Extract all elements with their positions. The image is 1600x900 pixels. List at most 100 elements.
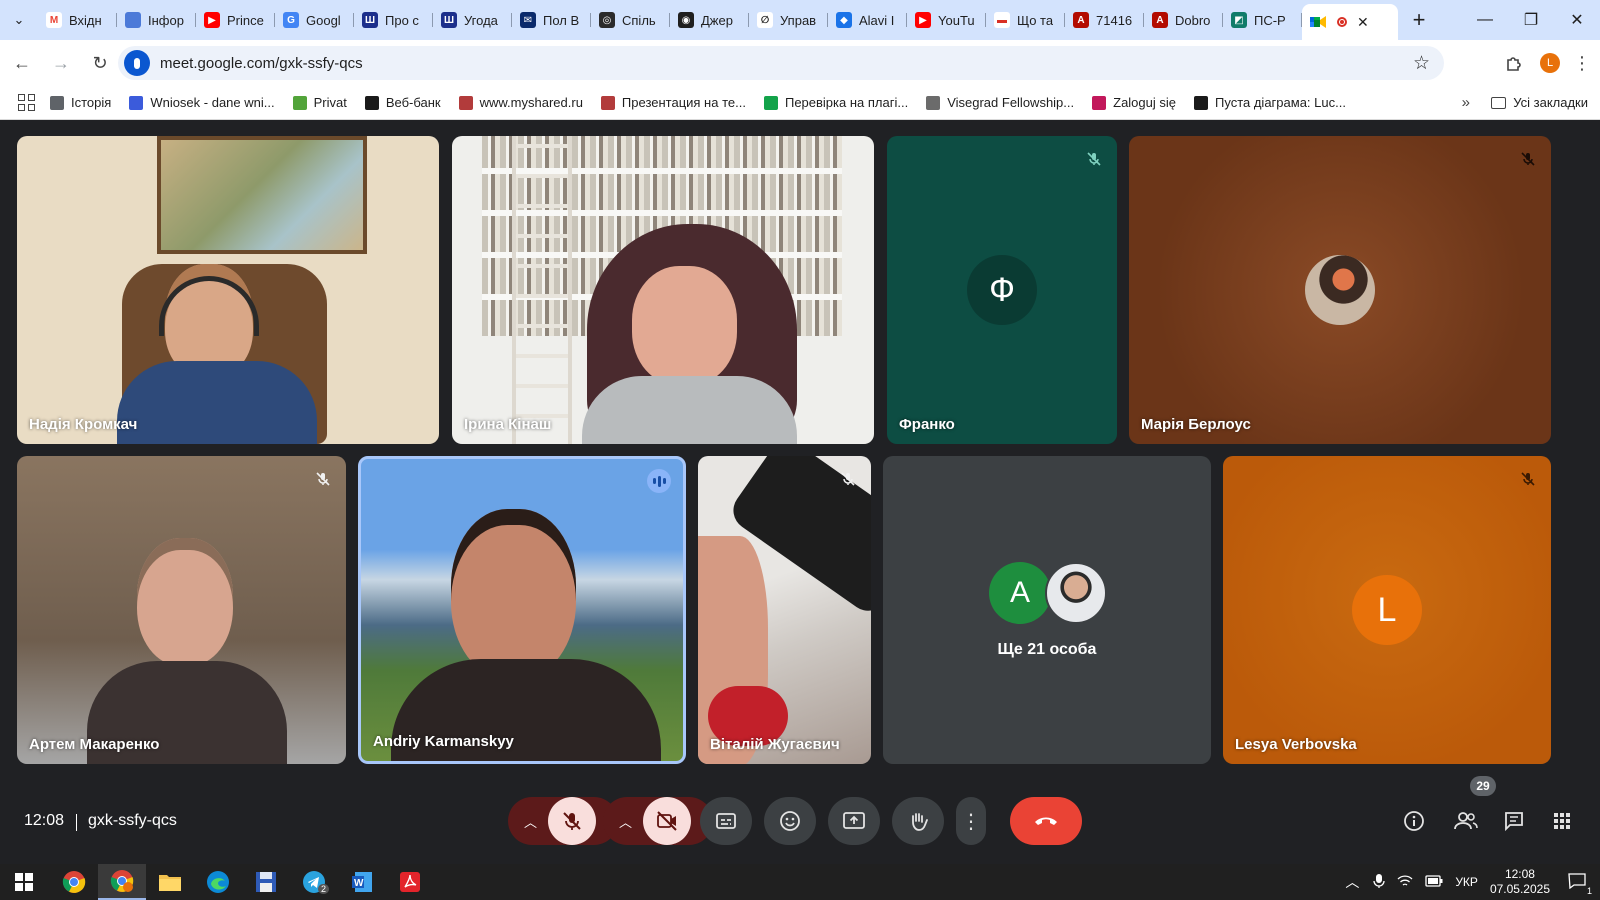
telegram-icon[interactable]: 2 [290, 864, 338, 900]
browser-tab[interactable]: ▬ Що та [986, 4, 1065, 36]
tab-favicon-icon: Ш [441, 12, 457, 28]
bookmark-item[interactable]: Zaloguj się [1092, 95, 1176, 110]
bookmark-item[interactable]: Privat [292, 95, 347, 110]
restore-button[interactable]: ❐ [1508, 0, 1554, 40]
participant-tile[interactable]: Артем Макаренко [17, 456, 346, 764]
others-tile[interactable]: A Ще 21 особа [883, 456, 1211, 764]
save-floppy-app-icon[interactable] [242, 864, 290, 900]
meeting-details-button[interactable] [1396, 797, 1432, 845]
back-button[interactable]: ← [5, 46, 39, 80]
tab-list: M Вхідн Інфор ▶ Prince G Googl Ш Про с Ш Угода ✉ Пол… [38, 0, 1302, 40]
microphone-toggle-button[interactable] [548, 797, 596, 845]
clock-date[interactable]: 12:08 07.05.2025 [1490, 867, 1550, 897]
edge-browser-icon[interactable] [194, 864, 242, 900]
browser-tab[interactable]: A Dobro [1144, 4, 1223, 36]
microphone-tray-icon[interactable] [1373, 873, 1385, 892]
raise-hand-button[interactable] [892, 797, 944, 845]
start-button[interactable] [0, 864, 48, 900]
apps-grid-icon[interactable] [18, 93, 36, 112]
browser-tab[interactable]: ▶ YouTu [907, 4, 986, 36]
browser-tab[interactable]: M Вхідн [38, 4, 117, 36]
word-icon[interactable]: W [338, 864, 386, 900]
more-options-button[interactable]: ⋮ [956, 797, 986, 845]
end-call-icon [1035, 817, 1057, 825]
bookmark-favicon-icon [292, 95, 307, 110]
participant-tile[interactable]: Надія Кромкач [17, 136, 439, 444]
captions-button[interactable] [700, 797, 752, 845]
show-hidden-icons-icon[interactable]: ︿ [1345, 872, 1359, 892]
chrome-taskbar-icon[interactable] [50, 864, 98, 900]
address-bar[interactable]: meet.google.com/gxk-ssfy-qcs ☆ [118, 46, 1444, 80]
network-icon[interactable] [1397, 874, 1413, 891]
profile-avatar[interactable]: L [1540, 53, 1560, 73]
bookmark-item[interactable]: Історія [50, 95, 111, 110]
tab-label: Пол В [543, 12, 580, 28]
leave-call-button[interactable] [1010, 797, 1082, 845]
notifications-icon[interactable]: 1 [1568, 872, 1592, 896]
activities-button[interactable] [1544, 797, 1580, 845]
present-screen-button[interactable] [828, 797, 880, 845]
new-tab-button[interactable]: + [1404, 5, 1434, 35]
more-bookmarks-icon[interactable]: » [1462, 94, 1470, 111]
browser-tab[interactable]: ✉ Пол В [512, 4, 591, 36]
browser-tab[interactable]: ◆ Alavi I [828, 4, 907, 36]
mic-off-icon [837, 468, 859, 490]
browser-tab[interactable]: ◩ ПС-Р [1223, 4, 1302, 36]
browser-tab[interactable]: Інфор [117, 4, 196, 36]
battery-icon[interactable] [1425, 874, 1443, 890]
bookmark-item[interactable]: Visegrad Fellowship... [926, 95, 1074, 110]
browser-tab[interactable]: A 71416 [1065, 4, 1144, 36]
forward-button[interactable]: → [44, 46, 78, 80]
bookmark-item[interactable]: Перевірка на плагі... [763, 95, 908, 110]
bookmark-item[interactable]: Wniosek - dane wni... [129, 95, 275, 110]
tab-google-meet[interactable]: ✕ [1302, 4, 1398, 40]
browser-tab[interactable]: Ш Угода [433, 4, 512, 36]
bookmark-item[interactable]: www.myshared.ru [458, 95, 583, 110]
tab-search-button[interactable]: ⌄ [6, 7, 32, 33]
reload-button[interactable]: ↻ [83, 46, 117, 80]
browser-tab[interactable]: Ш Про с [354, 4, 433, 36]
bookmark-item[interactable]: Веб-банк [364, 95, 441, 110]
reactions-button[interactable] [764, 797, 816, 845]
captions-icon [716, 813, 736, 829]
bookmark-item[interactable]: Пуста діаграма: Luc... [1194, 95, 1346, 110]
participant-tile[interactable]: Марія Берлоус [1129, 136, 1551, 444]
microphone-site-icon[interactable] [124, 50, 150, 76]
people-button[interactable] [1446, 797, 1486, 845]
notification-count: 1 [1586, 885, 1592, 896]
acrobat-icon[interactable] [386, 864, 434, 900]
chat-button[interactable] [1496, 797, 1532, 845]
participant-tile[interactable]: Ірина Кінаш [452, 136, 874, 444]
browser-tab[interactable]: ▶ Prince [196, 4, 275, 36]
bookmark-star-icon[interactable]: ☆ [1413, 52, 1430, 75]
all-bookmarks-button[interactable]: Усі закладки [1491, 95, 1588, 110]
participant-tile[interactable]: Ф Франко [887, 136, 1117, 444]
browser-toolbar: ← → ↻ meet.google.com/gxk-ssfy-qcs ☆ L ⋮ [0, 40, 1600, 86]
tab-label: Інфор [148, 12, 184, 28]
close-window-button[interactable]: ✕ [1554, 0, 1600, 40]
extensions-puzzle-icon[interactable] [1496, 45, 1532, 81]
tab-favicon-icon: ◉ [678, 12, 694, 28]
tab-favicon-icon: ✉ [520, 12, 536, 28]
chrome-profile-taskbar-icon[interactable] [98, 864, 146, 900]
participant-tile[interactable]: L Lesya Verbovska [1223, 456, 1551, 764]
windows-taskbar: 2 W ︿ УКР 12:08 07.05.2025 1 [0, 864, 1600, 900]
participant-name: Артем Макаренко [29, 736, 160, 753]
bookmark-item[interactable]: Презентация на те... [600, 95, 746, 110]
bookmark-label: Zaloguj się [1113, 95, 1176, 110]
browser-tab[interactable]: ◉ Джер [670, 4, 749, 36]
input-language[interactable]: УКР [1455, 875, 1478, 889]
browser-tab[interactable]: G Googl [275, 4, 354, 36]
browser-tab[interactable]: ∅ Управ [749, 4, 828, 36]
browser-menu-icon[interactable]: ⋮ [1572, 53, 1592, 74]
minimize-button[interactable]: — [1462, 0, 1508, 40]
file-explorer-icon[interactable] [146, 864, 194, 900]
ladder-shape [512, 136, 572, 444]
close-tab-icon[interactable]: ✕ [1357, 14, 1369, 31]
browser-tab[interactable]: ◎ Спіль [591, 4, 670, 36]
camera-off-icon [657, 811, 677, 831]
participant-tile[interactable]: Віталій Жугаєвич [698, 456, 871, 764]
participant-tile-active-speaker[interactable]: Andriy Karmanskyy [358, 456, 686, 764]
tab-favicon-icon: A [1152, 12, 1168, 28]
camera-toggle-button[interactable] [643, 797, 691, 845]
